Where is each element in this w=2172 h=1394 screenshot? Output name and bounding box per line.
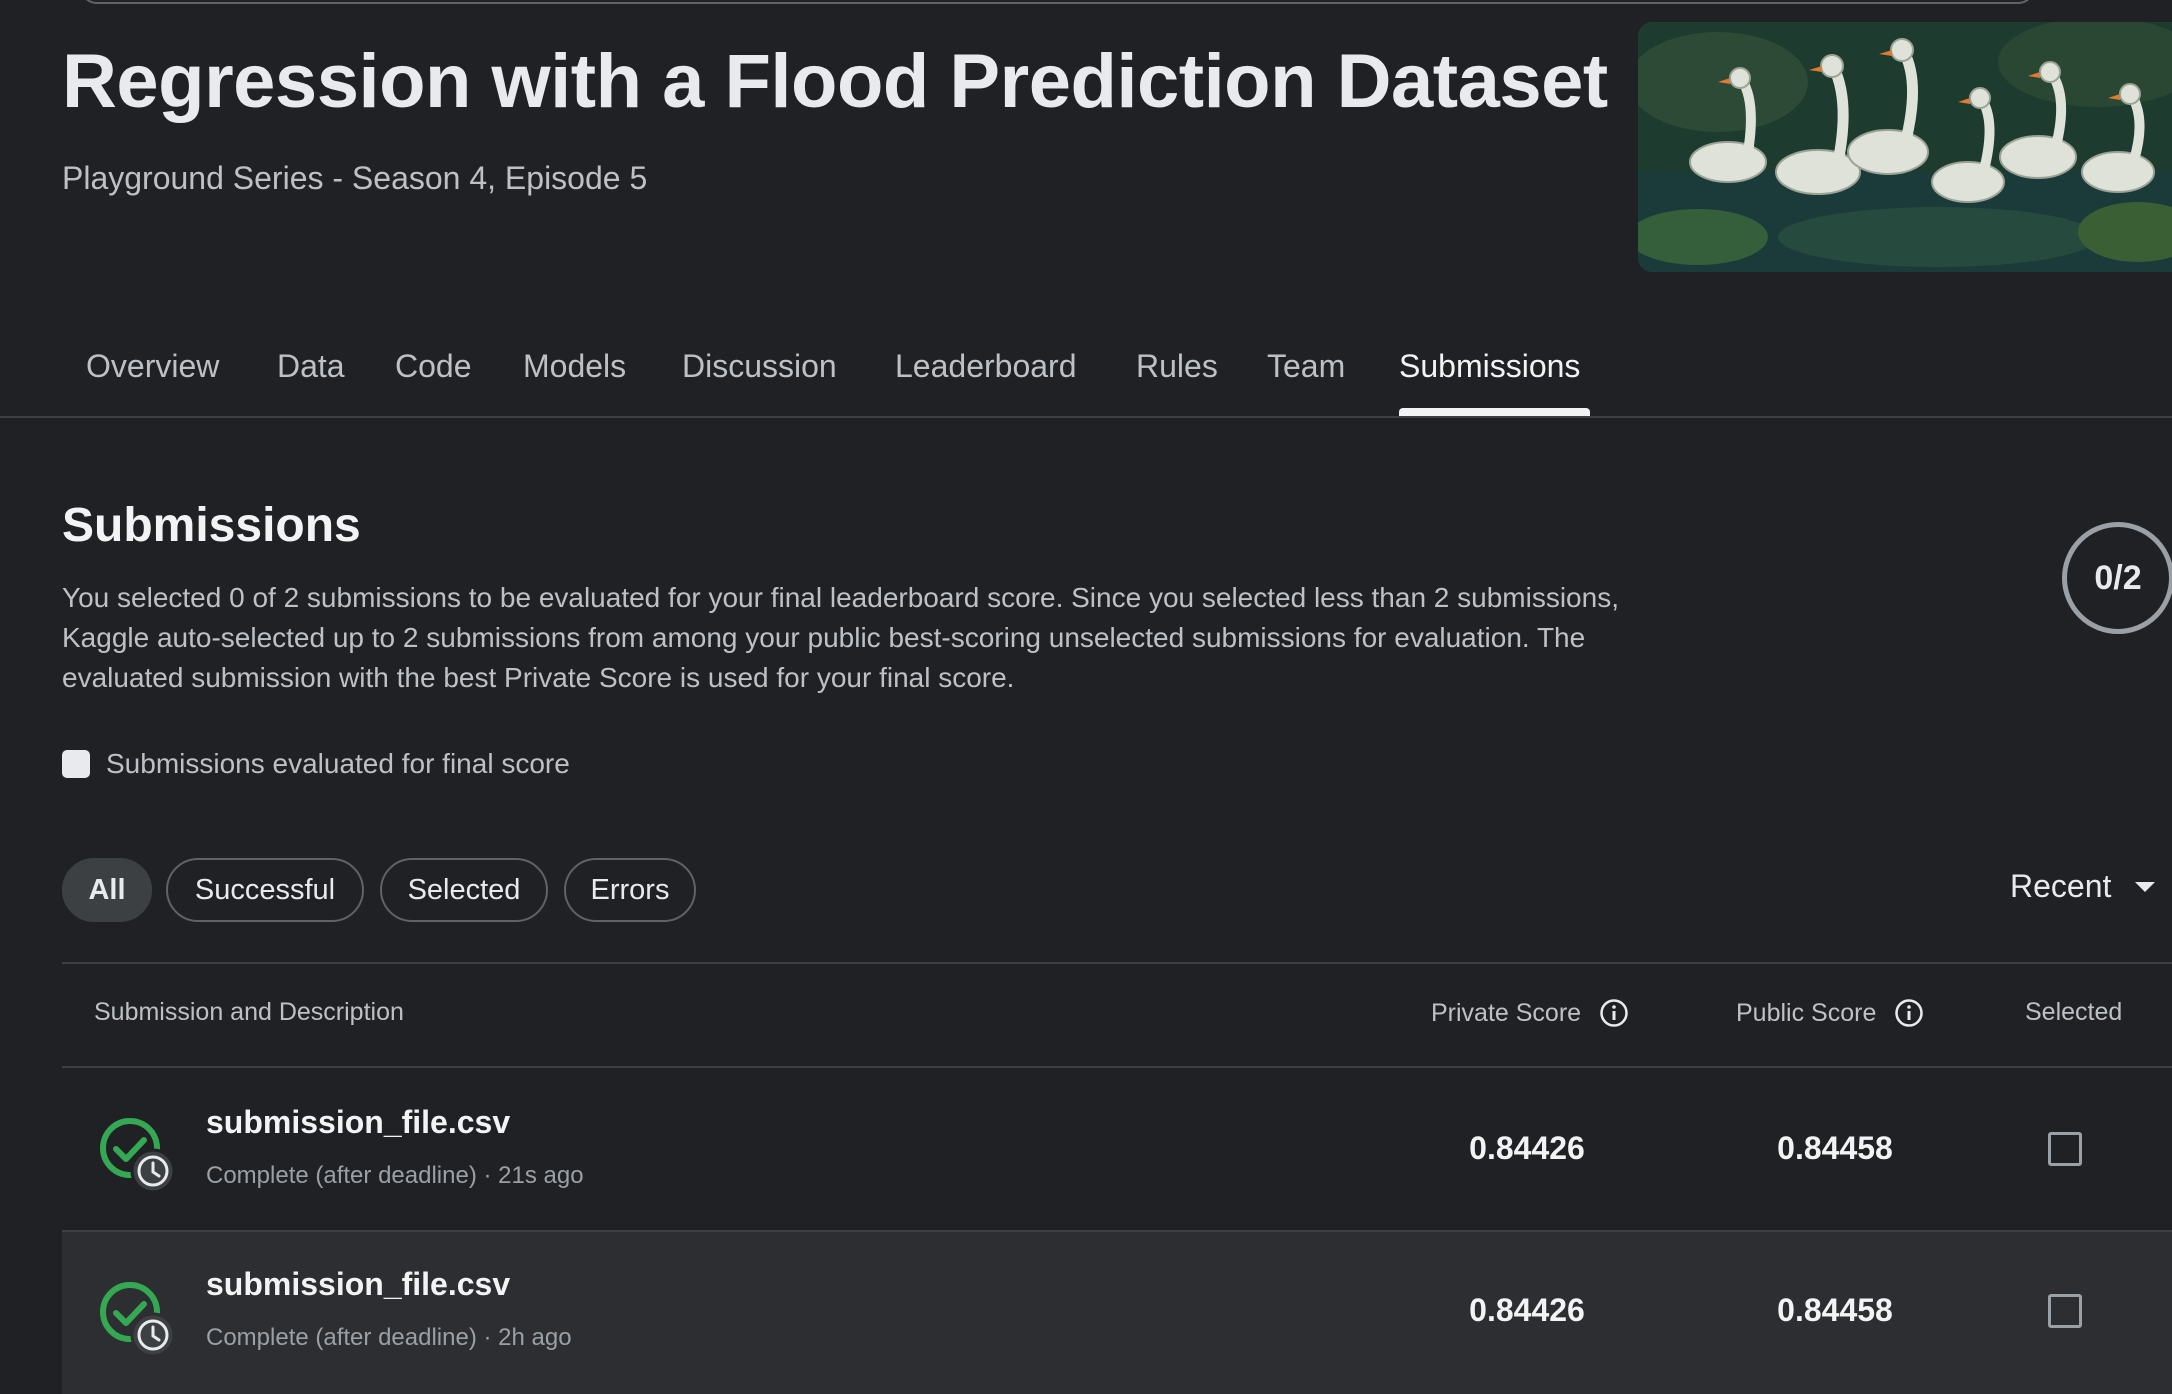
column-header-public-label: Public Score xyxy=(1736,998,1877,1027)
geese-painting-image xyxy=(1638,22,2172,272)
submission-status: Complete (after deadline) · 21s ago xyxy=(206,1162,584,1189)
column-header-public-score: Public Score xyxy=(1736,998,1924,1028)
column-header-submission: Submission and Description xyxy=(94,998,404,1027)
final-score-legend: Submissions evaluated for final score xyxy=(62,748,570,780)
selected-count-ring: 0/2 xyxy=(2062,522,2172,634)
filter-chip-selected[interactable]: Selected xyxy=(380,858,548,922)
private-score: 0.84426 xyxy=(1469,1130,1585,1166)
tab-leaderboard[interactable]: Leaderboard xyxy=(895,348,1076,385)
public-score: 0.84458 xyxy=(1777,1130,1893,1166)
tab-team[interactable]: Team xyxy=(1267,348,1345,385)
select-submission-checkbox[interactable] xyxy=(2048,1294,2082,1328)
tab-submissions[interactable]: Submissions xyxy=(1399,348,1580,385)
table-row[interactable]: submission_file.csv Complete (after dead… xyxy=(62,1232,2172,1394)
public-score: 0.84458 xyxy=(1777,1292,1893,1328)
legend-swatch xyxy=(62,750,90,778)
submission-status: Complete (after deadline) · 2h ago xyxy=(206,1324,572,1351)
info-icon[interactable] xyxy=(1894,998,1924,1028)
submission-filename[interactable]: submission_file.csv xyxy=(206,1104,510,1141)
filter-chip-successful[interactable]: Successful xyxy=(166,858,364,922)
legend-label: Submissions evaluated for final score xyxy=(106,748,570,779)
select-submission-checkbox[interactable] xyxy=(2048,1132,2082,1166)
filter-chip-errors[interactable]: Errors xyxy=(564,858,696,922)
complete-check-icon xyxy=(100,1118,176,1194)
tab-code[interactable]: Code xyxy=(395,348,472,385)
tab-rules[interactable]: Rules xyxy=(1136,348,1218,385)
private-score: 0.84426 xyxy=(1469,1292,1585,1328)
column-header-private-label: Private Score xyxy=(1431,998,1582,1027)
sort-label: Recent xyxy=(2010,868,2112,904)
column-header-selected: Selected xyxy=(2025,998,2122,1027)
submissions-heading: Submissions xyxy=(62,499,361,552)
filter-chip-all[interactable]: All xyxy=(62,858,152,922)
column-header-submission-label: Submission and Description xyxy=(94,998,404,1026)
column-header-private-score: Private Score xyxy=(1431,998,1629,1028)
table-row[interactable]: submission_file.csv Complete (after dead… xyxy=(62,1068,2172,1230)
sort-dropdown[interactable]: Recent xyxy=(2010,868,2156,905)
tab-models[interactable]: Models xyxy=(523,348,626,385)
active-tab-indicator xyxy=(1399,408,1590,416)
table-top-divider xyxy=(62,962,2172,964)
competition-title: Regression with a Flood Prediction Datas… xyxy=(62,39,1608,124)
complete-check-icon xyxy=(100,1282,176,1358)
info-icon[interactable] xyxy=(1599,998,1629,1028)
competition-tabs: Overview Data Code Models Discussion Lea… xyxy=(0,330,2172,418)
submissions-description: You selected 0 of 2 submissions to be ev… xyxy=(62,582,1619,693)
caret-down-icon xyxy=(2135,881,2156,892)
search-bar[interactable] xyxy=(80,0,2035,4)
submission-filename[interactable]: submission_file.csv xyxy=(206,1266,510,1303)
competition-banner-image xyxy=(1638,22,2172,272)
column-header-selected-label: Selected xyxy=(2025,998,2123,1026)
tab-discussion[interactable]: Discussion xyxy=(682,348,837,385)
tab-overview[interactable]: Overview xyxy=(86,348,219,385)
tab-data[interactable]: Data xyxy=(277,348,345,385)
competition-subtitle: Playground Series - Season 4, Episode 5 xyxy=(62,160,648,196)
